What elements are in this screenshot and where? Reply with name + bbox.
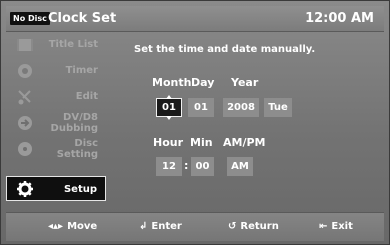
sidebar-item-setup[interactable]: Setup xyxy=(6,176,106,201)
month-header: Month xyxy=(152,76,192,89)
year-header: Year xyxy=(231,76,259,89)
disc-status-badge: No Disc xyxy=(10,12,50,25)
ampm-header: AM/PM xyxy=(223,136,266,149)
timer-icon xyxy=(18,64,32,78)
time-separator: : xyxy=(184,159,189,172)
sidebar-item-label: Disc Setting xyxy=(56,138,98,160)
clock-set-panel: Set the time and date manually. Month Da… xyxy=(111,32,384,204)
sidebar-item-edit[interactable]: Edit xyxy=(6,84,106,109)
hour-header: Hour xyxy=(153,136,184,149)
sidebar-item-label: Setup xyxy=(63,184,97,195)
sidebar-item-label: Title List xyxy=(48,39,98,50)
instruction-text: Set the time and date manually. xyxy=(134,44,316,55)
button-guide-bar: ◂▴▸ Move ↲ Enter ↺ Return ⇤ Exit xyxy=(6,212,384,241)
sidebar-item-disc-setting[interactable]: Disc Setting xyxy=(6,136,106,161)
sidebar-item-label: Timer xyxy=(65,65,98,76)
disc-icon xyxy=(18,142,32,156)
weekday-display: Tue xyxy=(264,98,292,117)
sidebar-item-timer[interactable]: Timer xyxy=(6,58,106,83)
ampm-field[interactable]: AM xyxy=(227,157,253,176)
exit-icon: ⇤ xyxy=(319,221,328,232)
day-field[interactable]: 01 xyxy=(188,98,214,117)
sidebar-item-title-list[interactable]: Title List xyxy=(6,32,106,57)
scissors-icon xyxy=(18,90,31,105)
day-header: Day xyxy=(191,76,215,89)
dubbing-icon xyxy=(18,116,32,130)
sidebar-item-label: Edit xyxy=(75,91,98,102)
sidebar-menu: Title List Timer Edit DV/D8 Dubbing Disc… xyxy=(6,32,106,204)
enter-button[interactable]: ↲ Enter xyxy=(139,213,182,241)
gear-icon xyxy=(17,181,33,197)
title-bar: No Disc Clock Set 12:00 AM xyxy=(6,6,384,32)
sidebar-item-dubbing[interactable]: DV/D8 Dubbing xyxy=(6,110,106,135)
move-button[interactable]: ◂▴▸ Move xyxy=(48,213,97,241)
exit-button[interactable]: ⇤ Exit xyxy=(319,213,353,241)
enter-icon: ↲ xyxy=(139,221,148,232)
title-list-icon xyxy=(17,39,33,51)
osd-window: No Disc Clock Set 12:00 AM Title List Ti… xyxy=(0,0,390,245)
page-title: Clock Set xyxy=(48,11,117,26)
return-button[interactable]: ↺ Return xyxy=(228,213,279,241)
move-arrows-icon: ◂▴▸ xyxy=(48,221,64,232)
current-time: 12:00 AM xyxy=(305,11,374,26)
return-icon: ↺ xyxy=(228,221,237,232)
sidebar-item-label: DV/D8 Dubbing xyxy=(50,112,98,134)
year-field[interactable]: 2008 xyxy=(223,98,259,117)
min-header: Min xyxy=(190,136,213,149)
month-field[interactable]: 01 xyxy=(156,95,182,120)
minute-field[interactable]: 00 xyxy=(191,157,214,176)
hour-field[interactable]: 12 xyxy=(156,157,182,176)
